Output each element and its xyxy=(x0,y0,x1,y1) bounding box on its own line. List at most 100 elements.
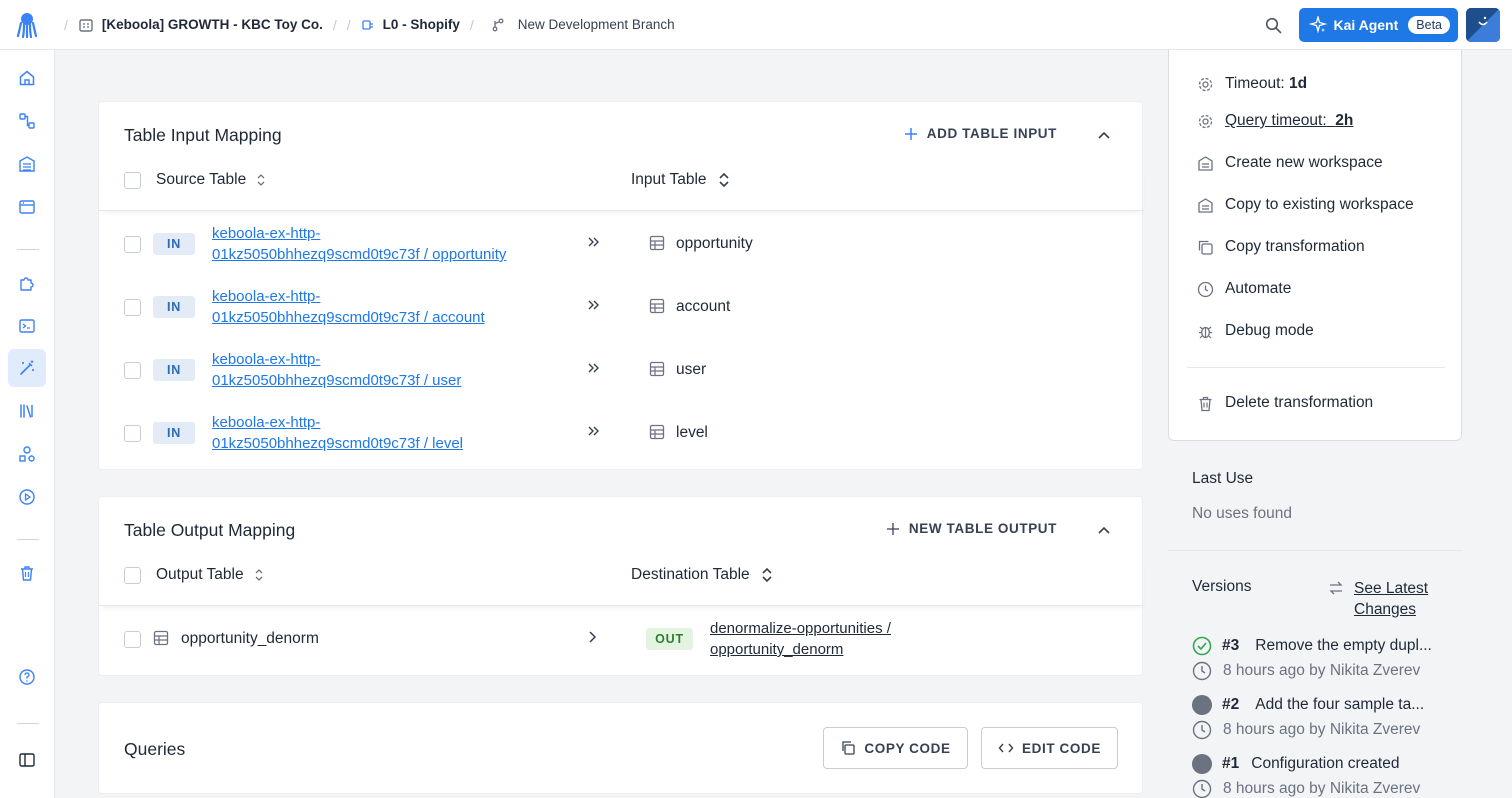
nav-help[interactable] xyxy=(8,658,46,696)
keboola-logo[interactable] xyxy=(0,12,54,38)
nav-trash[interactable] xyxy=(8,554,46,592)
select-all-outputs-checkbox[interactable] xyxy=(124,567,141,584)
input-mapping-header: Source Table Input Table xyxy=(99,167,1144,211)
beta-badge: Beta xyxy=(1408,16,1450,34)
play-circle-icon xyxy=(18,488,36,506)
row-checkbox[interactable] xyxy=(124,362,141,379)
nav-transformations[interactable] xyxy=(8,307,46,345)
nav-templates[interactable] xyxy=(8,435,46,473)
edit-code-button[interactable]: EDIT CODE xyxy=(981,727,1118,769)
version-item[interactable]: #3 Remove the empty dupl... xyxy=(1192,636,1462,656)
sidebar-toggle-icon xyxy=(18,751,36,769)
table-row[interactable]: IN keboola-ex-http- 01kz5050bhhezq9scmd0t… xyxy=(99,276,1144,339)
automate-item[interactable]: Automate xyxy=(1197,278,1291,300)
source-table-link[interactable]: keboola-ex-http- 01kz5050bhhezq9scmd0t9c7… xyxy=(212,412,562,454)
row-checkbox[interactable] xyxy=(124,425,141,442)
select-all-inputs-checkbox[interactable] xyxy=(124,172,141,189)
version-number: #2 xyxy=(1222,696,1240,713)
chevron-right-icon xyxy=(585,630,599,644)
output-mapping-card: Table Output Mapping NEW TABLE OUTPUT Ou… xyxy=(98,496,1144,676)
in-badge: IN xyxy=(153,296,195,318)
terminal-icon xyxy=(18,317,36,335)
nav-catalog[interactable] xyxy=(8,392,46,430)
breadcrumb-project[interactable]: [Keboola] GROWTH - KBC Toy Co. xyxy=(78,17,323,33)
row-checkbox[interactable] xyxy=(124,236,141,253)
library-icon xyxy=(18,402,36,420)
breadcrumb-config-label: L0 - Shopify xyxy=(382,17,460,32)
left-sidebar xyxy=(0,50,55,798)
nav-flows[interactable] xyxy=(8,102,46,140)
version-meta: 8 hours ago by Nikita Zverev xyxy=(1192,661,1420,681)
source-table-column[interactable]: Source Table xyxy=(156,171,266,189)
table-icon xyxy=(649,424,665,440)
home-icon xyxy=(18,69,36,87)
query-timeout-item[interactable]: Query timeout: 2h xyxy=(1197,110,1353,132)
chevron-up-icon xyxy=(1096,127,1112,143)
table-row[interactable]: IN keboola-ex-http- 01kz5050bhhezq9scmd0t… xyxy=(99,213,1144,276)
source-table-link[interactable]: keboola-ex-http- 01kz5050bhhezq9scmd0t9c7… xyxy=(212,286,562,328)
nav-components[interactable] xyxy=(8,264,46,302)
table-row[interactable]: IN keboola-ex-http- 01kz5050bhhezq9scmd0t… xyxy=(99,339,1144,402)
nav-jobs[interactable] xyxy=(8,478,46,516)
breadcrumb-branch[interactable]: New Development Branch xyxy=(490,17,675,33)
destination-table-column[interactable]: Destination Table xyxy=(631,566,774,584)
new-table-output-button[interactable]: NEW TABLE OUTPUT xyxy=(886,521,1057,536)
kai-agent-button[interactable]: Kai Agent Beta xyxy=(1299,8,1458,42)
debug-mode-item[interactable]: Debug mode xyxy=(1197,320,1314,342)
double-chevron-right-icon xyxy=(587,235,601,249)
row-checkbox[interactable] xyxy=(124,631,141,648)
copy-code-button[interactable]: COPY CODE xyxy=(823,727,968,769)
table-row[interactable]: IN keboola-ex-http- 01kz5050bhhezq9scmd0t… xyxy=(99,402,1144,465)
last-use-title: Last Use xyxy=(1192,470,1254,487)
destination-table-link[interactable]: denormalize-opportunities / opportunity_d… xyxy=(710,618,940,660)
output-table-header: Output Table xyxy=(156,566,244,583)
timeout-item[interactable]: Timeout: 1d xyxy=(1197,73,1307,95)
version-meta: 8 hours ago by Nikita Zverev xyxy=(1192,720,1420,740)
query-timeout-label: Query timeout: xyxy=(1225,112,1327,129)
add-table-input-button[interactable]: ADD TABLE INPUT xyxy=(904,126,1057,141)
create-workspace-label: Create new workspace xyxy=(1225,154,1383,171)
edit-code-label: EDIT CODE xyxy=(1022,740,1101,756)
table-row[interactable]: opportunity_denorm OUT denormalize-oppor… xyxy=(99,608,1144,671)
row-checkbox[interactable] xyxy=(124,299,141,316)
input-table-column[interactable]: Input Table xyxy=(631,171,731,189)
copy-icon xyxy=(840,740,856,756)
collapse-output-mapping[interactable] xyxy=(1096,522,1112,538)
delete-transformation-item[interactable]: Delete transformation xyxy=(1197,392,1373,414)
copy-transformation-item[interactable]: Copy transformation xyxy=(1197,236,1365,258)
version-dot-icon xyxy=(1192,695,1212,715)
see-latest-changes-link[interactable]: See Latest Changes xyxy=(1328,578,1428,620)
version-item[interactable]: #2 Add the four sample ta... xyxy=(1192,695,1462,715)
storage-icon xyxy=(18,155,36,173)
source-table-link[interactable]: keboola-ex-http- 01kz5050bhhezq9scmd0t9c7… xyxy=(212,349,562,391)
search-button[interactable] xyxy=(1253,8,1293,42)
version-item[interactable]: #1 Configuration created xyxy=(1192,754,1462,774)
queries-title: Queries xyxy=(124,739,186,759)
add-table-input-label: ADD TABLE INPUT xyxy=(926,126,1057,141)
check-circle-icon xyxy=(1192,636,1212,656)
plus-icon xyxy=(904,127,918,141)
double-chevron-right-icon xyxy=(587,424,601,438)
copy-icon xyxy=(1197,239,1214,256)
debug-mode-label: Debug mode xyxy=(1225,322,1314,339)
version-meta-text: 8 hours ago by Nikita Zverev xyxy=(1223,721,1421,738)
copy-workspace-item[interactable]: Copy to existing workspace xyxy=(1197,194,1414,216)
nav-storage[interactable] xyxy=(8,145,46,183)
breadcrumb-config[interactable]: L0 - Shopify xyxy=(361,17,460,32)
input-mapping-title: Table Input Mapping xyxy=(124,125,282,145)
nav-collapse-sidebar[interactable] xyxy=(8,741,46,779)
workspace-icon xyxy=(1197,155,1214,172)
avatar[interactable] xyxy=(1466,8,1500,42)
source-table-link[interactable]: keboola-ex-http- 01kz5050bhhezq9scmd0t9c7… xyxy=(212,223,562,265)
collapse-input-mapping[interactable] xyxy=(1096,127,1112,143)
nav-workspaces[interactable] xyxy=(8,188,46,226)
nav-magic[interactable] xyxy=(8,349,46,387)
version-description: Add the four sample ta... xyxy=(1255,696,1425,713)
nav-dashboard[interactable] xyxy=(8,59,46,97)
version-description: Configuration created xyxy=(1251,755,1400,772)
output-table-column[interactable]: Output Table xyxy=(156,566,264,584)
create-workspace-item[interactable]: Create new workspace xyxy=(1197,152,1383,174)
input-table-name: level xyxy=(676,424,708,441)
see-latest-line2: Changes xyxy=(1354,601,1417,618)
gear-icon xyxy=(1197,113,1214,130)
